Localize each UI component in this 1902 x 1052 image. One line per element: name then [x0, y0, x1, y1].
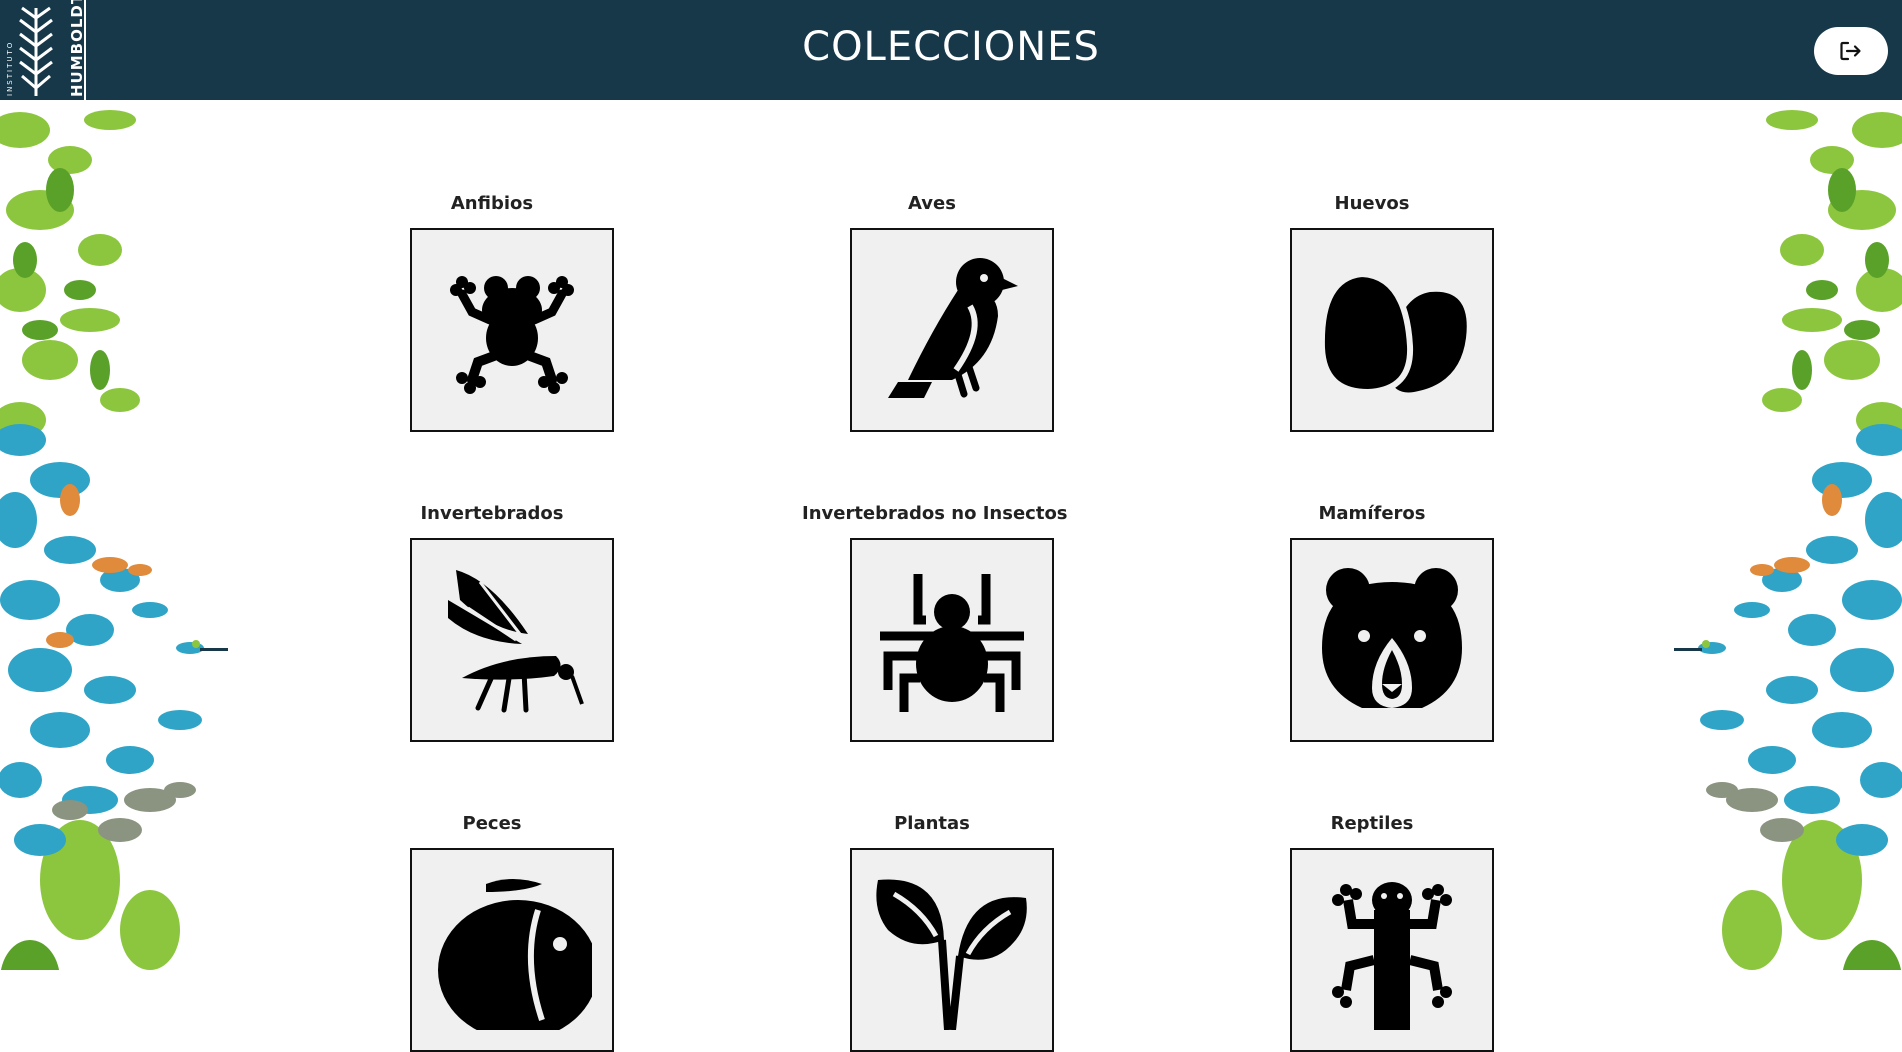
- lizard-icon: [1332, 882, 1452, 1030]
- collection-tile-anfibios[interactable]: [410, 228, 614, 432]
- collection-tile-invertebrados-no-insectos[interactable]: [850, 538, 1054, 742]
- collection-card-invertebrados-no-insectos: Invertebrados no Insectos: [802, 502, 1068, 742]
- eggs-icon: [1318, 270, 1467, 396]
- fish-icon: [438, 879, 592, 1030]
- collection-card-plantas: Plantas: [802, 812, 1062, 1052]
- collection-label: Peces: [462, 813, 522, 834]
- plant-icon: [876, 879, 1027, 1030]
- mosquito-icon: [448, 570, 584, 713]
- collection-tile-reptiles[interactable]: [1290, 848, 1494, 1052]
- collection-label: Anfibios: [450, 193, 534, 214]
- collection-card-huevos: Huevos: [1242, 192, 1502, 432]
- collections-grid: Anfibios Aves Huevos Invertebrados Inver…: [0, 0, 1902, 1052]
- bear-icon: [1322, 568, 1462, 708]
- collection-label: Invertebrados: [420, 503, 564, 524]
- frog-icon: [450, 276, 574, 394]
- collection-tile-aves[interactable]: [850, 228, 1054, 432]
- collection-tile-plantas[interactable]: [850, 848, 1054, 1052]
- collection-card-aves: Aves: [802, 192, 1062, 432]
- collection-label: Mamíferos: [1318, 503, 1426, 524]
- spider-icon: [880, 574, 1024, 712]
- collection-tile-mamiferos[interactable]: [1290, 538, 1494, 742]
- collection-tile-peces[interactable]: [410, 848, 614, 1052]
- collection-label: Aves: [908, 193, 956, 214]
- collection-card-peces: Peces: [362, 812, 622, 1052]
- collection-tile-huevos[interactable]: [1290, 228, 1494, 432]
- collection-tile-invertebrados[interactable]: [410, 538, 614, 742]
- collection-card-reptiles: Reptiles: [1242, 812, 1502, 1052]
- collection-card-anfibios: Anfibios: [362, 192, 622, 432]
- collection-label: Plantas: [894, 813, 970, 834]
- bird-icon: [888, 258, 1018, 398]
- collection-card-mamiferos: Mamíferos: [1242, 502, 1502, 742]
- collection-card-invertebrados: Invertebrados: [362, 502, 622, 742]
- collection-label: Reptiles: [1330, 813, 1414, 834]
- collection-label: Huevos: [1334, 193, 1410, 214]
- collection-label: Invertebrados no Insectos: [802, 503, 1068, 524]
